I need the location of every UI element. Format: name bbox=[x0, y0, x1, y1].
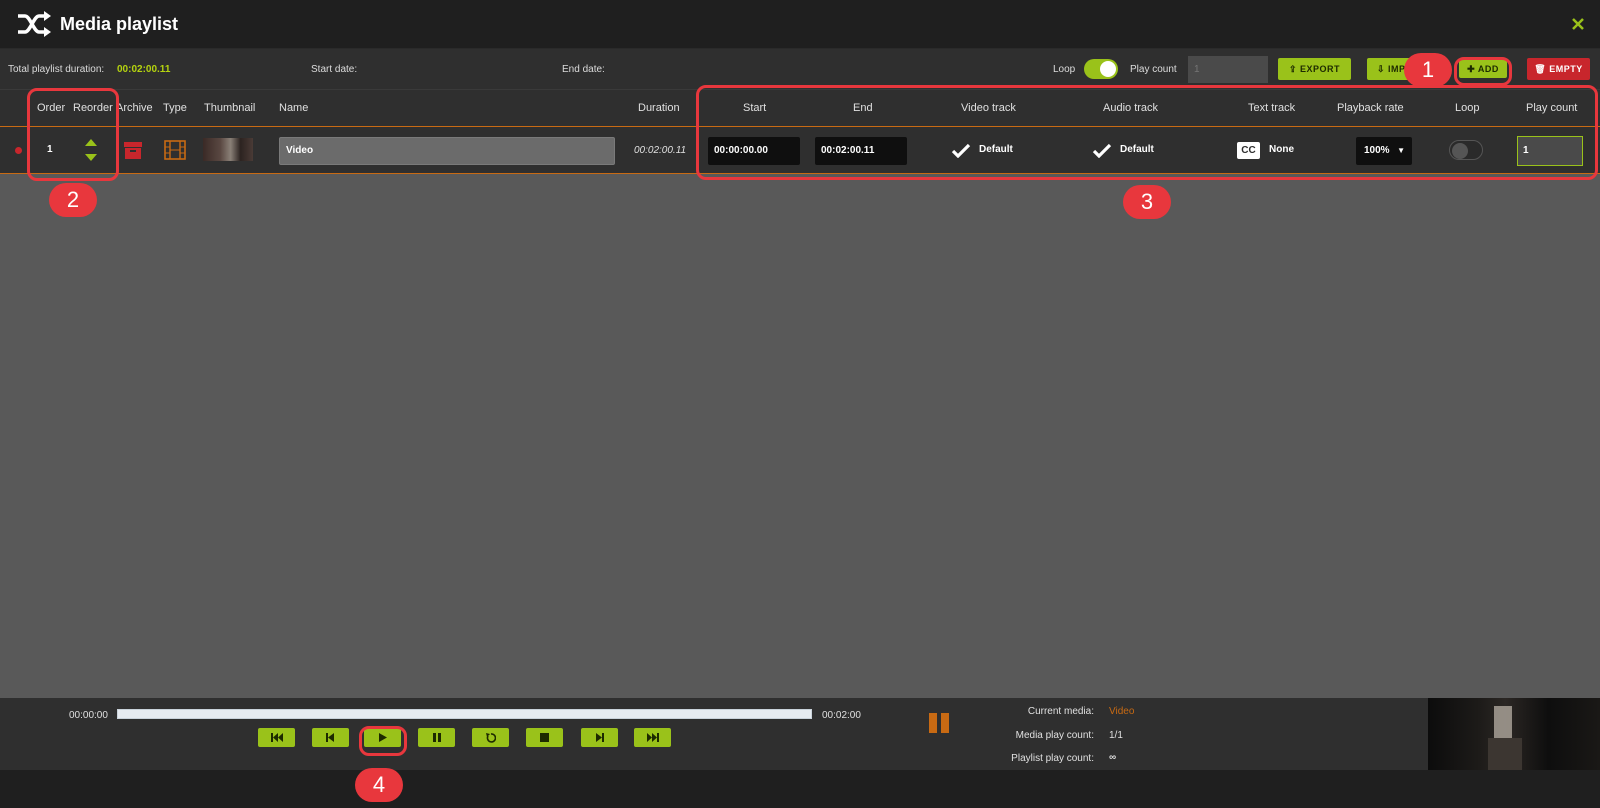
annotation-badge-3: 3 bbox=[1123, 185, 1171, 219]
empty-label: EMPTY bbox=[1549, 64, 1583, 74]
start-date-label: Start date: bbox=[311, 64, 358, 75]
col-thumbnail: Thumbnail bbox=[204, 102, 256, 114]
annotation-highlight-play bbox=[359, 726, 407, 756]
last-track-button[interactable] bbox=[634, 728, 671, 747]
current-media-value: Video bbox=[1109, 706, 1135, 717]
media-player: 00:00:00 00:02:00 Current media: Video M… bbox=[0, 698, 1600, 770]
pause-icon bbox=[432, 733, 441, 742]
skip-first-icon bbox=[270, 733, 283, 742]
next-button[interactable] bbox=[581, 728, 618, 747]
play-count-label: Play count bbox=[1130, 64, 1177, 75]
skip-last-icon bbox=[646, 733, 659, 742]
annotation-highlight-settings bbox=[696, 85, 1598, 180]
annotation-badge-2: 2 bbox=[49, 183, 97, 217]
upload-icon: ⇪ bbox=[1288, 64, 1301, 74]
video-preview bbox=[1428, 698, 1600, 770]
end-time: 00:02:00 bbox=[822, 710, 861, 721]
annotation-highlight-order bbox=[27, 88, 119, 181]
download-icon: ⇩ bbox=[1377, 64, 1389, 74]
first-track-button[interactable] bbox=[258, 728, 295, 747]
col-name: Name bbox=[279, 102, 309, 114]
annotation-highlight-add bbox=[1454, 57, 1512, 86]
preview-hall bbox=[1488, 738, 1522, 770]
media-play-count-label: Media play count: bbox=[1015, 730, 1094, 741]
media-play-count-value: 1/1 bbox=[1109, 730, 1123, 741]
film-icon bbox=[164, 140, 186, 160]
export-label: EXPORT bbox=[1300, 64, 1341, 74]
toggle-knob bbox=[1100, 61, 1116, 77]
shuffle-icon bbox=[18, 11, 51, 37]
row-duration: 00:02:00.11 bbox=[634, 145, 687, 156]
export-button[interactable]: ⇪ EXPORT bbox=[1278, 58, 1351, 80]
seek-bar[interactable] bbox=[117, 709, 812, 719]
trash-icon: 🗑 bbox=[1534, 64, 1550, 74]
current-time: 00:00:00 bbox=[69, 710, 108, 721]
loop-toggle[interactable] bbox=[1084, 59, 1118, 79]
preview-light bbox=[1494, 706, 1512, 740]
stop-button[interactable] bbox=[526, 728, 563, 747]
import-label: IMP bbox=[1388, 64, 1406, 74]
col-type: Type bbox=[163, 102, 187, 114]
archive-icon[interactable] bbox=[124, 142, 142, 159]
col-archive: Archive bbox=[116, 102, 153, 114]
playlist-play-count-value: ∞ bbox=[1109, 752, 1117, 763]
previous-button[interactable] bbox=[312, 728, 349, 747]
empty-button[interactable]: 🗑 EMPTY bbox=[1527, 58, 1590, 80]
current-media-label: Current media: bbox=[1027, 706, 1094, 717]
play-count-input[interactable] bbox=[1188, 56, 1268, 83]
title-bar: Media playlist bbox=[0, 0, 1600, 49]
close-icon[interactable] bbox=[1572, 18, 1584, 30]
stop-icon bbox=[540, 733, 549, 742]
footer-bar bbox=[0, 770, 1600, 808]
playlist-table: Order Reorder Archive Type Thumbnail Nam… bbox=[0, 90, 1600, 698]
thumbnail-image bbox=[203, 138, 253, 161]
replay-icon bbox=[485, 733, 496, 743]
end-date-label: End date: bbox=[562, 64, 605, 75]
col-duration: Duration bbox=[638, 102, 680, 114]
replay-button[interactable] bbox=[472, 728, 509, 747]
name-input[interactable]: Video bbox=[279, 137, 615, 165]
previous-icon bbox=[326, 733, 334, 742]
playlist-toolbar: Total playlist duration: 00:02:00.11 Sta… bbox=[0, 49, 1600, 90]
pause-button[interactable] bbox=[418, 728, 455, 747]
loop-label: Loop bbox=[1053, 64, 1076, 75]
annotation-badge-4: 4 bbox=[355, 768, 403, 802]
annotation-badge-1: 1 bbox=[1404, 53, 1452, 87]
total-duration-label: Total playlist duration: bbox=[8, 64, 105, 75]
status-dot bbox=[15, 147, 22, 154]
next-icon bbox=[596, 733, 604, 742]
page-title: Media playlist bbox=[60, 14, 179, 34]
total-duration-value: 00:02:00.11 bbox=[117, 64, 171, 75]
playlist-play-count-label: Playlist play count: bbox=[1011, 753, 1094, 764]
